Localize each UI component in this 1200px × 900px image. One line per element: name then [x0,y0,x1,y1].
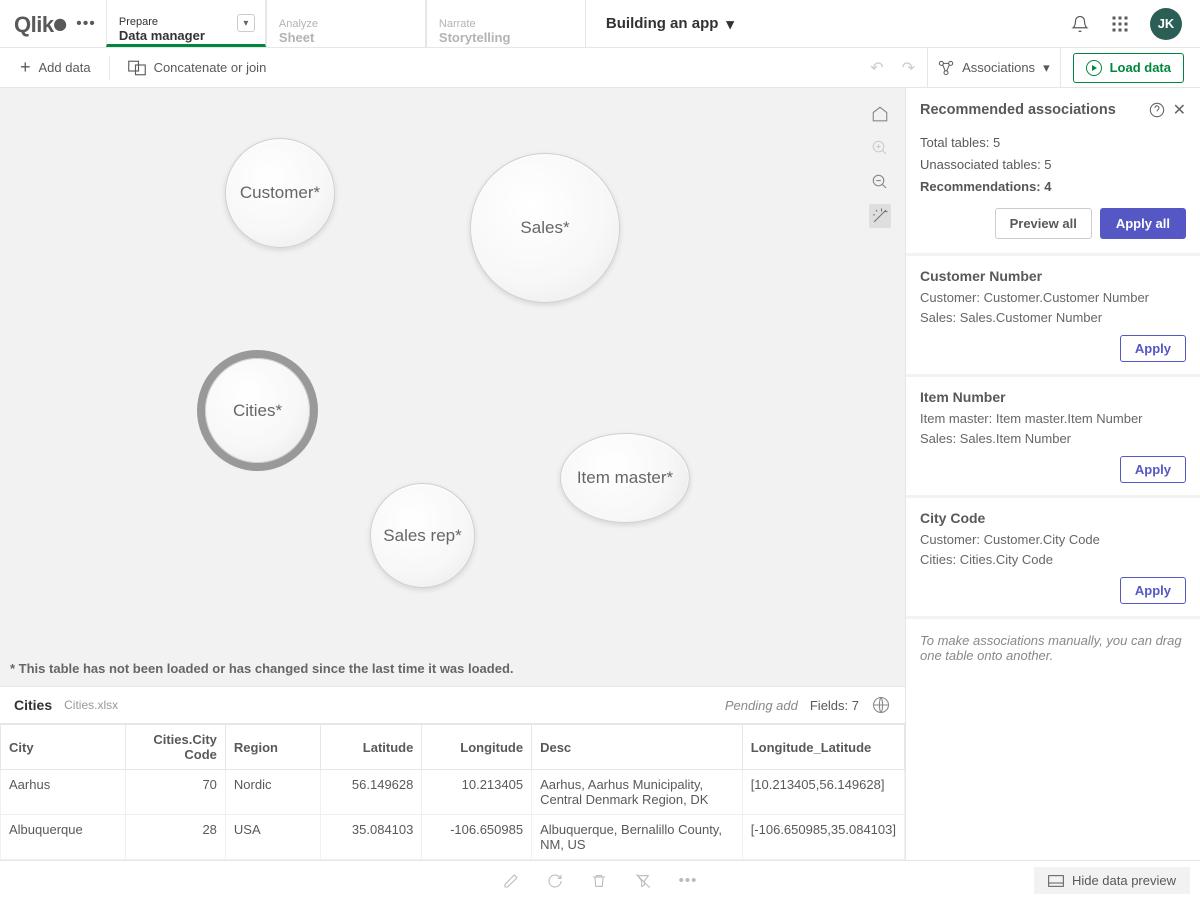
avatar[interactable]: JK [1150,8,1182,40]
rec-item: Item NumberItem master: Item master.Item… [906,374,1200,495]
recs-title: Recommended associations [920,102,1141,118]
tab-narrate[interactable]: Narrate Storytelling [426,0,586,47]
refresh-icon [547,873,563,889]
hide-preview-button[interactable]: Hide data preview [1034,867,1190,894]
recs-hint: To make associations manually, you can d… [906,616,1200,677]
redo-icon: ↷ [896,58,921,78]
recommendations-panel: Recommended associations ✕ Total tables:… [905,88,1200,900]
rec-item: City CodeCustomer: Customer.City CodeCit… [906,495,1200,616]
preview-table-name: Cities [14,697,52,713]
bell-icon[interactable] [1070,14,1090,34]
magic-wand-icon[interactable] [869,204,891,228]
concatenate-button[interactable]: Concatenate or join [118,48,277,88]
add-data-button[interactable]: + Add data [10,48,101,88]
canvas-footnote: * This table has not been loaded or has … [10,661,514,676]
zoom-out-icon[interactable] [869,170,891,194]
table-row[interactable]: Aarhus70Nordic56.14962810.213405Aarhus, … [1,770,905,815]
logo: Qlik⦁ [14,8,66,40]
col-header[interactable]: Cities.City Code [125,725,225,770]
apply-button[interactable]: Apply [1120,456,1186,483]
apply-button[interactable]: Apply [1120,577,1186,604]
tab-prepare[interactable]: Prepare Data manager ▾ [106,0,266,47]
bubble-sales-rep[interactable]: Sales rep* [370,483,475,588]
col-header[interactable]: Longitude [422,725,532,770]
trash-icon [591,873,607,889]
more-menu-icon[interactable]: ••• [76,15,96,33]
associations-dropdown[interactable]: Associations ▾ [927,48,1061,88]
apply-all-button[interactable]: Apply all [1100,208,1186,239]
chevron-down-icon: ▾ [1043,60,1050,76]
chevron-down-icon[interactable]: ▾ [237,14,255,32]
close-icon[interactable]: ✕ [1173,100,1186,120]
grid-icon[interactable] [1110,14,1130,34]
app-name-dropdown[interactable]: Building an app ▾ [586,0,754,47]
zoom-in-icon[interactable] [869,136,891,160]
load-data-button[interactable]: Load data [1073,53,1184,83]
table-row[interactable]: Albuquerque28USA35.084103-106.650985Albu… [1,815,905,860]
apply-button[interactable]: Apply [1120,335,1186,362]
more-icon[interactable]: ••• [679,872,698,889]
bubble-cities[interactable]: Cities* [205,358,310,463]
help-icon[interactable] [1149,102,1165,118]
preview-field-count: Fields: 7 [810,698,859,713]
tab-analyze[interactable]: Analyze Sheet [266,0,426,47]
filter-off-icon [635,873,651,889]
col-header[interactable]: Longitude_Latitude [742,725,904,770]
preview-all-button[interactable]: Preview all [995,208,1092,239]
home-icon[interactable] [869,102,891,126]
undo-icon: ↶ [864,58,889,78]
preview-file-name: Cities.xlsx [64,698,118,712]
bubble-item-master[interactable]: Item master* [560,433,690,523]
bubble-customer[interactable]: Customer* [225,138,335,248]
bubble-sales[interactable]: Sales* [470,153,620,303]
col-header[interactable]: Latitude [320,725,421,770]
globe-icon[interactable] [871,695,891,715]
edit-icon [503,873,519,889]
col-header[interactable]: Desc [532,725,743,770]
preview-status: Pending add [725,698,798,713]
col-header[interactable]: Region [225,725,320,770]
col-header[interactable]: City [1,725,126,770]
chevron-down-icon: ▾ [726,15,734,33]
play-icon [1086,60,1102,76]
rec-item: Customer NumberCustomer: Customer.Custom… [906,253,1200,374]
